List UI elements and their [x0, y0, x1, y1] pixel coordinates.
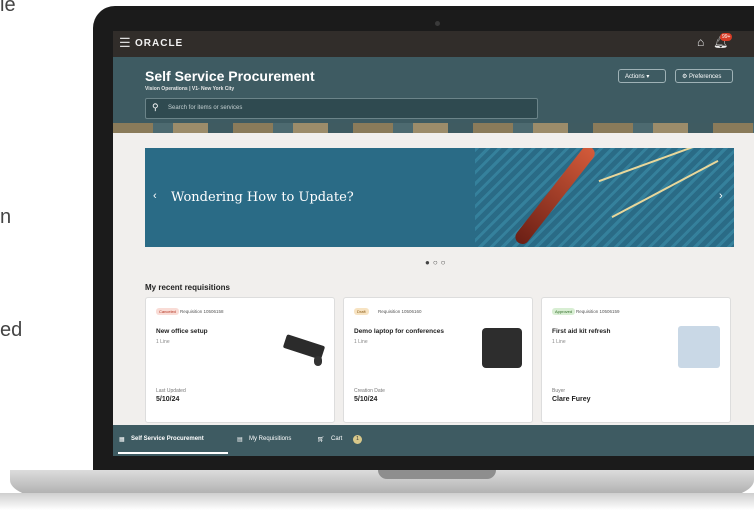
requisition-card[interactable]: Draft Requisition 10506160 Demo laptop f…	[343, 297, 533, 423]
laptop-shadow	[0, 493, 754, 510]
search-placeholder: Search for items or services	[168, 105, 243, 111]
status-badge: Approved	[552, 308, 576, 315]
card-label: Last Updated	[156, 388, 186, 394]
nav-self-service[interactable]: Self Service Procurement	[131, 436, 204, 442]
page-title: Self Service Procurement	[145, 68, 315, 84]
preferences-label: Preferences	[689, 74, 722, 80]
promo-banner[interactable]: ‹ Wondering How to Update? ›	[145, 148, 734, 247]
requisition-number: Requisition 10506158	[180, 309, 224, 314]
bottom-nav: ▦ Self Service Procurement ▤ My Requisit…	[113, 425, 754, 456]
store-icon: ▦	[119, 437, 125, 443]
top-bar: ☰ ORACLE ⌂ 🔔︎ 99+	[113, 31, 754, 57]
card-lines: 1 Line	[552, 339, 566, 345]
recent-requisitions-title: My recent requisitions	[145, 283, 230, 292]
background-text-2: n	[0, 206, 12, 228]
requisition-number: Requisition 10506159	[576, 309, 620, 314]
menu-icon[interactable]: ☰	[119, 35, 131, 51]
card-title: First aid kit refresh	[552, 328, 611, 335]
notification-badge: 99+	[720, 33, 733, 41]
actions-button[interactable]: Actions ▾	[618, 69, 666, 83]
preferences-button[interactable]: ⚙ Preferences	[675, 69, 733, 83]
requisition-card[interactable]: Approved Requisition 10506159 First aid …	[541, 297, 731, 423]
card-title: New office setup	[156, 328, 208, 335]
background-text-3: ed	[0, 319, 23, 341]
card-title: Demo laptop for conferences	[354, 328, 444, 335]
requisition-card[interactable]: Canceled Requisition 10506158 New office…	[145, 297, 335, 423]
header-band	[113, 123, 754, 133]
cart-icon: 🛒︎	[317, 437, 325, 443]
card-value: Clare Furey	[552, 396, 591, 403]
mouse-image	[314, 356, 322, 366]
search-input[interactable]: ⚲ Search for items or services	[145, 98, 538, 119]
laptop-image	[482, 328, 522, 368]
laptop-notch	[378, 470, 496, 479]
banner-water	[475, 148, 734, 247]
home-icon[interactable]: ⌂	[697, 35, 704, 49]
carousel-dots[interactable]: ●○○	[425, 258, 449, 267]
status-badge: Canceled	[156, 308, 179, 315]
nav-cart[interactable]: Cart	[331, 436, 342, 442]
cart-count-badge: 1	[353, 435, 362, 444]
card-value: 5/10/24	[156, 396, 180, 403]
requisitions-icon: ▤	[237, 437, 243, 443]
requisition-number: Requisition 10506160	[378, 309, 422, 314]
card-label: Buyer	[552, 388, 566, 394]
page-subtitle: Vision Operations | V1- New York City	[145, 86, 235, 92]
card-lines: 1 Line	[354, 339, 368, 345]
card-label: Creation Date	[354, 388, 385, 394]
nav-my-requisitions[interactable]: My Requisitions	[249, 436, 291, 442]
banner-text: Wondering How to Update?	[171, 190, 354, 205]
background-text-1: le	[0, 0, 16, 16]
screen: ☰ ORACLE ⌂ 🔔︎ 99+ Self Service Procureme…	[113, 31, 754, 456]
first-aid-kit-image	[678, 326, 720, 368]
actions-label: Actions	[625, 74, 645, 80]
card-lines: 1 Line	[156, 339, 170, 345]
card-value: 5/10/24	[354, 396, 378, 403]
chevron-down-icon: ▾	[646, 74, 650, 80]
oracle-logo: ORACLE	[135, 38, 184, 49]
search-icon: ⚲	[152, 102, 159, 112]
banner-prev-button[interactable]: ‹	[153, 190, 157, 202]
gear-icon: ⚙	[682, 74, 690, 80]
banner-next-button[interactable]: ›	[719, 190, 723, 202]
webcam	[435, 21, 440, 26]
active-nav-indicator	[118, 452, 228, 454]
status-badge: Draft	[354, 308, 369, 315]
